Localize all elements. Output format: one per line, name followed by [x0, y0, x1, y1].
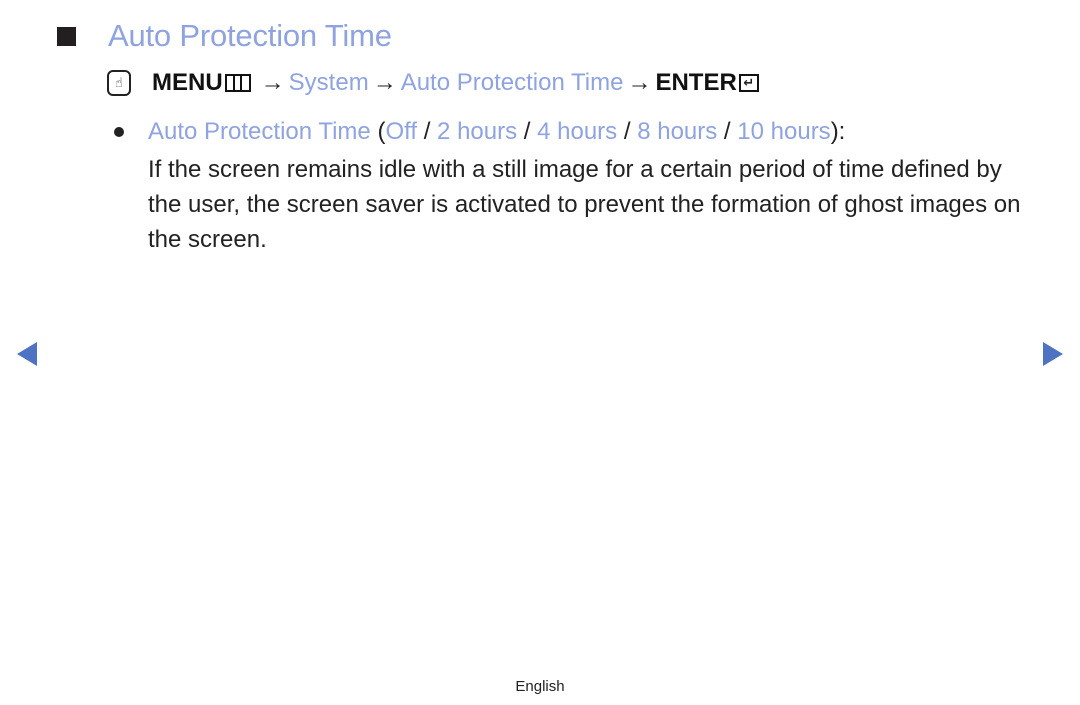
option-label[interactable]: Auto Protection Time	[148, 118, 371, 146]
option-value-2-hours[interactable]: 2 hours	[437, 118, 517, 146]
bullet-icon	[114, 127, 124, 137]
enter-icon: ↵	[738, 74, 759, 92]
separator: /	[517, 118, 538, 145]
previous-page-icon[interactable]	[17, 342, 37, 366]
option-line: Auto Protection Time (Off / 2 hours / 4 …	[114, 116, 845, 148]
separator: /	[617, 118, 638, 145]
next-page-icon[interactable]	[1043, 342, 1063, 366]
arrow-icon: →	[627, 69, 652, 96]
arrow-icon: →	[260, 69, 285, 96]
option-value-8-hours[interactable]: 8 hours	[637, 118, 717, 146]
section-square-icon	[57, 26, 76, 46]
footer-language: English	[515, 678, 565, 695]
om-touch-icon: ☝	[107, 70, 131, 96]
close-paren: ):	[830, 118, 846, 145]
option-value-10-hours[interactable]: 10 hours	[737, 118, 830, 146]
menu-label: MENU	[152, 69, 223, 96]
separator: /	[417, 118, 438, 145]
arrow-icon: →	[372, 69, 397, 96]
path-item-system[interactable]: System	[289, 69, 369, 97]
menu-path: ☝ MENU → System → Auto Protection Time →…	[107, 66, 759, 100]
enter-label: ENTER	[655, 69, 737, 96]
option-value-off[interactable]: Off	[385, 118, 417, 146]
menu-icon	[224, 74, 251, 92]
open-paren: (	[370, 118, 386, 145]
option-value-4-hours[interactable]: 4 hours	[537, 118, 617, 146]
section-header: Auto Protection Time	[57, 14, 392, 58]
separator: /	[717, 118, 738, 145]
path-item-auto-protection-time[interactable]: Auto Protection Time	[401, 69, 624, 97]
description: If the screen remains idle with a still …	[148, 156, 1021, 253]
page-title: Auto Protection Time	[108, 18, 392, 53]
